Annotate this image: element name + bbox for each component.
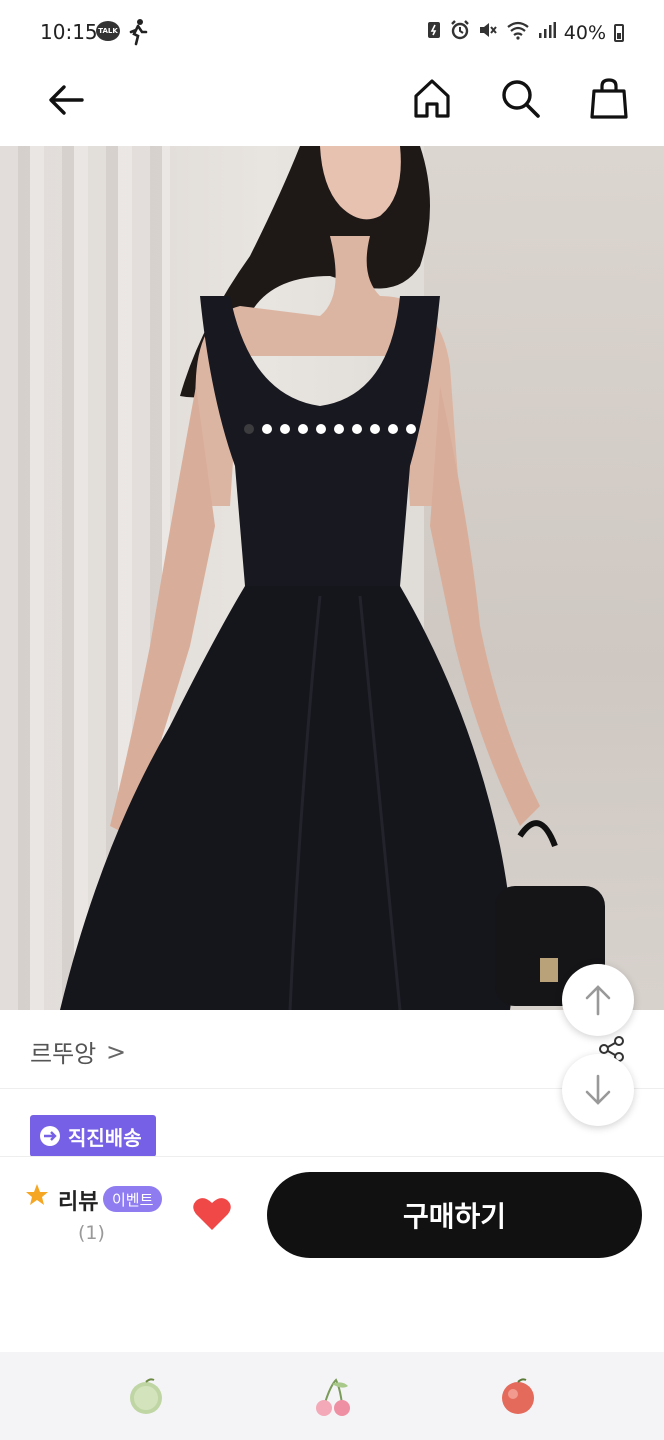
- review-count: (1): [78, 1222, 105, 1244]
- cherry-icon[interactable]: [312, 1376, 354, 1418]
- buy-button[interactable]: 구매하기: [267, 1172, 642, 1258]
- status-time: 10:15: [40, 20, 98, 44]
- battery-icon: [614, 23, 624, 42]
- carousel-dot[interactable]: [406, 424, 416, 434]
- carousel-dot[interactable]: [316, 424, 326, 434]
- carousel-dot[interactable]: [280, 424, 290, 434]
- carousel-indicator: [244, 424, 416, 434]
- direct-shipping-badge: 직진배송: [30, 1115, 156, 1157]
- battery-percent: 40%: [563, 21, 606, 44]
- signal-icon: [538, 21, 556, 44]
- carousel-dot[interactable]: [298, 424, 308, 434]
- shipping-badge-row: 직진배송: [30, 1115, 156, 1157]
- shopping-bag-icon[interactable]: [588, 76, 630, 120]
- search-icon[interactable]: [498, 76, 542, 120]
- walking-icon: [126, 18, 150, 50]
- status-bar: 10:15 TALK 40%: [0, 0, 664, 64]
- product-image-carousel[interactable]: [0, 146, 664, 1010]
- carousel-dot[interactable]: [334, 424, 344, 434]
- battery-saver-icon: [426, 20, 442, 45]
- arrow-up-icon: [585, 985, 611, 1016]
- brand-name[interactable]: 르뚜앙: [30, 1034, 96, 1069]
- review-link[interactable]: 리뷰: [58, 1184, 98, 1216]
- carousel-dot[interactable]: [262, 424, 272, 434]
- scroll-up-button[interactable]: [562, 964, 634, 1036]
- alarm-icon: [450, 20, 470, 45]
- talk-notification-icon: TALK: [96, 21, 120, 41]
- red-apple-icon[interactable]: [498, 1376, 538, 1416]
- green-apple-icon[interactable]: [126, 1376, 166, 1416]
- carousel-dot[interactable]: [370, 424, 380, 434]
- carousel-dot-1[interactable]: [244, 424, 254, 434]
- status-icons: 40%: [426, 20, 624, 45]
- event-chip[interactable]: 이벤트: [103, 1186, 163, 1212]
- carousel-dot[interactable]: [352, 424, 362, 434]
- shipping-badge-label: 직진배송: [68, 1125, 142, 1150]
- scroll-down-button[interactable]: [562, 1054, 634, 1126]
- arrow-circle-icon: [40, 1126, 60, 1146]
- star-icon: [26, 1184, 48, 1205]
- bottom-nav: [0, 1352, 664, 1440]
- chevron-right-icon: >: [106, 1038, 127, 1066]
- mute-icon: [478, 20, 498, 45]
- home-icon[interactable]: [410, 76, 454, 120]
- wifi-icon: [506, 20, 530, 45]
- heart-icon[interactable]: [192, 1196, 232, 1232]
- carousel-dot[interactable]: [388, 424, 398, 434]
- app-bar: [0, 64, 664, 146]
- arrow-down-icon: [585, 1074, 611, 1105]
- back-arrow-icon[interactable]: [46, 82, 86, 118]
- product-photo-dress: [60, 146, 605, 1010]
